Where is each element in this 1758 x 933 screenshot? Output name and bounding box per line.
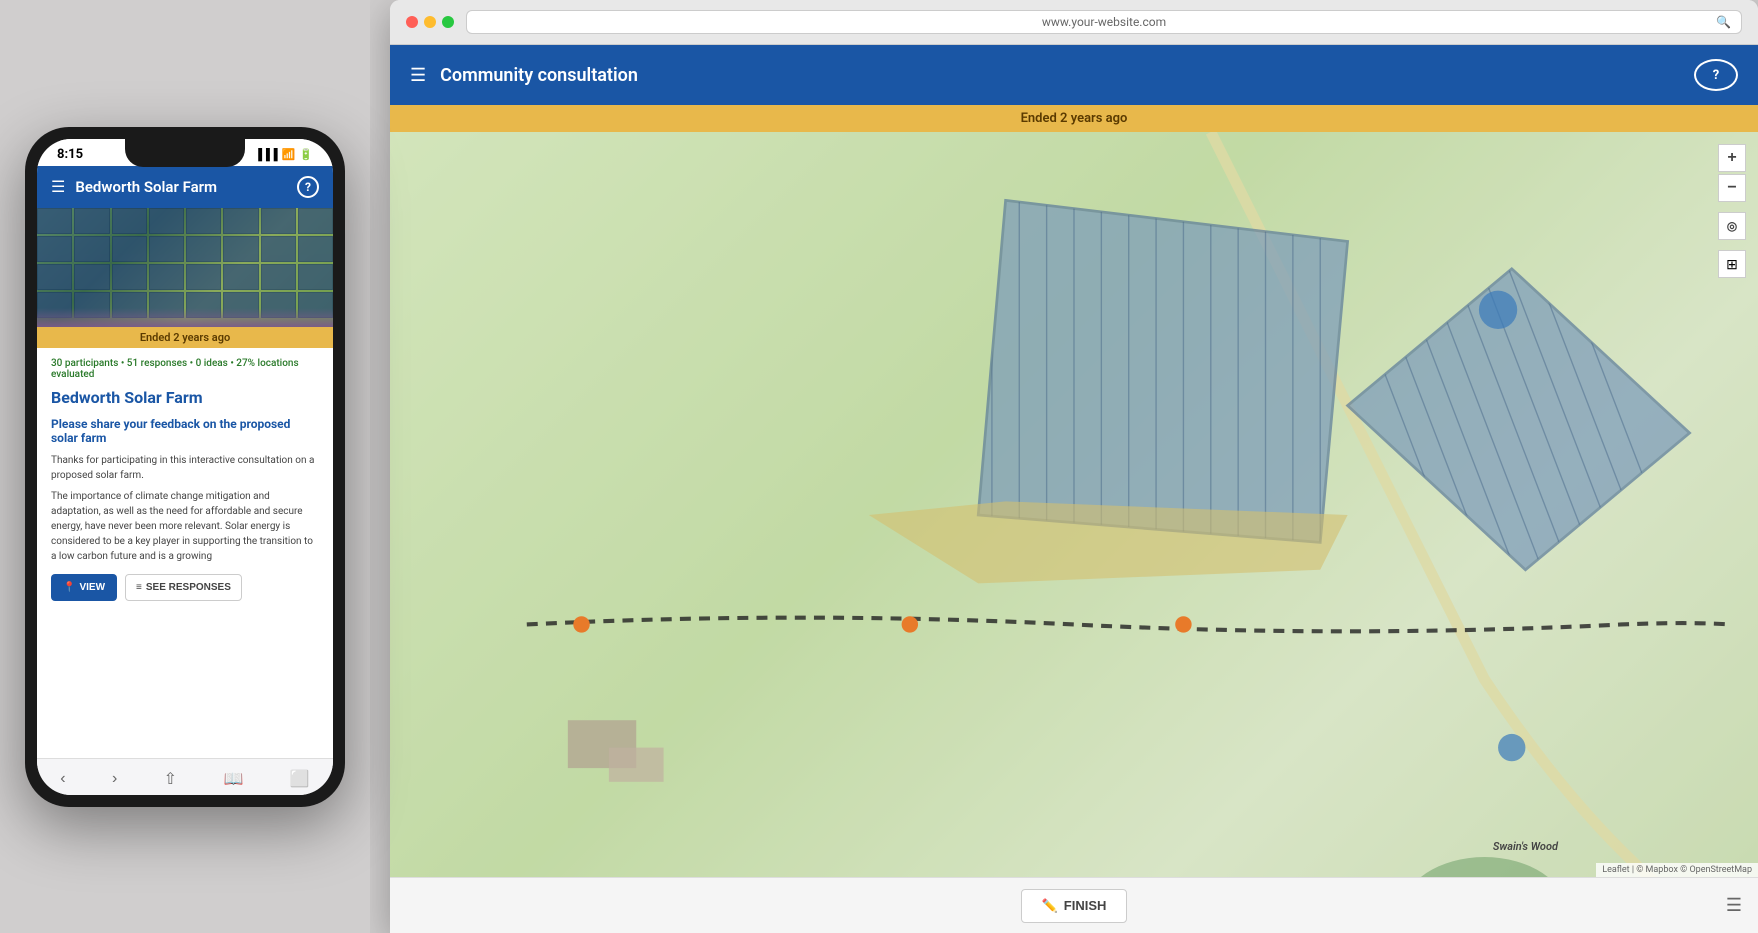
tabs-button[interactable]: ⬜ <box>282 767 318 791</box>
phone-cta-title: Please share your feedback on the propos… <box>51 417 319 445</box>
back-button[interactable]: ‹ <box>52 767 73 791</box>
close-window-button[interactable] <box>406 16 418 28</box>
phone-hero-image: Ended 2 years ago <box>37 208 333 348</box>
bookmarks-button[interactable]: 📖 <box>215 767 251 791</box>
battery-icon: 🔋 <box>299 148 313 161</box>
share-button[interactable]: ⇧ <box>156 767 185 791</box>
see-responses-button[interactable]: ≡ SEE RESPONSES <box>125 574 242 601</box>
search-icon: 🔍 <box>1716 15 1731 29</box>
geolocate-button[interactable]: ◎ <box>1718 212 1746 240</box>
main-content: ⤢ EXPAND ✕ LEAVE TOUR 🚶 <box>390 132 1758 933</box>
zoom-in-button[interactable]: + <box>1718 144 1746 172</box>
hamburger-icon[interactable]: ☰ <box>410 65 426 86</box>
phone-time: 8:15 <box>57 147 83 162</box>
pencil-icon: ✏️ <box>1042 898 1058 914</box>
browser-window-controls <box>406 16 454 28</box>
zoom-out-button[interactable]: − <box>1718 174 1746 202</box>
phone-mockup: 8:15 ▐▐▐ 📶 🔋 ☰ Bedworth Solar Farm ? <box>0 0 370 933</box>
app-title: Community consultation <box>440 65 1680 86</box>
menu-icon[interactable]: ☰ <box>1726 895 1742 916</box>
solar-panels-graphic <box>37 208 333 318</box>
url-text: www.your-website.com <box>1042 15 1166 29</box>
address-bar[interactable]: www.your-website.com 🔍 <box>466 10 1742 34</box>
phone-stats: 30 participants • 51 responses • 0 ideas… <box>51 358 319 380</box>
map-area[interactable]: Swain's Wood + − ◎ ⊞ Leaflet | © Mapbox … <box>390 132 1758 933</box>
layers-button[interactable]: ⊞ <box>1718 250 1746 278</box>
phone-app-header: ☰ Bedworth Solar Farm ? <box>37 166 333 208</box>
finish-button[interactable]: ✏️ FINISH <box>1021 889 1128 923</box>
swains-wood-label: Swain's Wood <box>1493 840 1558 853</box>
help-button[interactable]: ? <box>1694 59 1738 91</box>
map-controls: + − ◎ ⊞ <box>1718 144 1746 278</box>
phone-device: 8:15 ▐▐▐ 📶 🔋 ☰ Bedworth Solar Farm ? <box>25 127 345 807</box>
wifi-icon: 📶 <box>282 148 296 161</box>
phone-notch <box>125 139 245 167</box>
browser-content: ☰ Community consultation ? Ended 2 years… <box>390 45 1758 933</box>
location-pin-icon: 📍 <box>63 582 75 593</box>
phone-app-title: Bedworth Solar Farm <box>75 178 287 196</box>
phone-desc-2: The importance of climate change mitigat… <box>51 489 319 564</box>
phone-buttons: 📍 VIEW ≡ SEE RESPONSES <box>51 574 319 601</box>
maximize-window-button[interactable] <box>442 16 454 28</box>
map-attribution: Leaflet | © Mapbox © OpenStreetMap <box>1596 863 1758 877</box>
phone-help-button[interactable]: ? <box>297 176 319 198</box>
phone-farm-title: Bedworth Solar Farm <box>51 388 319 407</box>
browser-chrome: www.your-website.com 🔍 <box>390 0 1758 45</box>
map-overlay <box>390 132 1758 933</box>
browser-window: www.your-website.com 🔍 ☰ Community consu… <box>390 0 1758 933</box>
phone-status-icons: ▐▐▐ 📶 🔋 <box>254 148 313 161</box>
view-button[interactable]: 📍 VIEW <box>51 574 117 601</box>
signal-icon: ▐▐▐ <box>254 148 277 161</box>
app-header: ☰ Community consultation ? <box>390 45 1758 105</box>
minimize-window-button[interactable] <box>424 16 436 28</box>
phone-content: 30 participants • 51 responses • 0 ideas… <box>37 348 333 758</box>
phone-desc-1: Thanks for participating in this interac… <box>51 453 319 483</box>
phone-hamburger-icon[interactable]: ☰ <box>51 177 65 196</box>
forward-button[interactable]: › <box>104 767 125 791</box>
phone-browser-bar: ‹ › ⇧ 📖 ⬜ <box>37 758 333 795</box>
phone-ended-badge: Ended 2 years ago <box>37 327 333 348</box>
list-icon: ≡ <box>136 582 142 593</box>
phone-screen: 8:15 ▐▐▐ 📶 🔋 ☰ Bedworth Solar Farm ? <box>37 139 333 795</box>
bottom-bar: ✏️ FINISH ☰ <box>390 877 1758 933</box>
ended-banner: Ended 2 years ago <box>390 105 1758 132</box>
